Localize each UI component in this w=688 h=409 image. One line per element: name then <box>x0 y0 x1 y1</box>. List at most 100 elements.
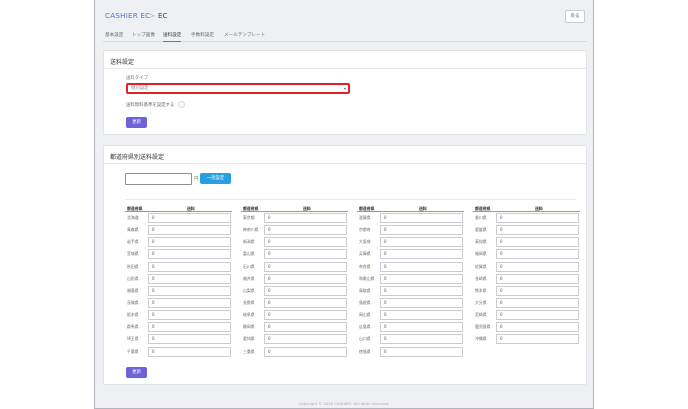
prefecture-fee-input[interactable]: 0 <box>380 273 463 284</box>
prefecture-fee-input[interactable]: 0 <box>380 346 463 357</box>
prefecture-fee-input[interactable]: 0 <box>496 334 579 345</box>
prefecture-fee-input[interactable]: 0 <box>148 273 231 284</box>
prefecture-fee-input[interactable]: 0 <box>148 237 231 248</box>
prefecture-name: 島根県 <box>359 299 371 305</box>
prefecture-name: 神奈川県 <box>243 227 259 233</box>
prefecture-name: 大分県 <box>475 299 487 305</box>
prefecture-fee-input[interactable]: 0 <box>264 261 347 272</box>
prefecture-fee-input[interactable]: 0 <box>264 249 347 260</box>
prefecture-fee-input[interactable]: 0 <box>264 225 347 236</box>
prefecture-fee-input[interactable]: 0 <box>380 297 463 308</box>
table-row: 新潟県 0 <box>241 236 348 248</box>
prefecture-name: 宮崎県 <box>475 312 487 318</box>
prefecture-fee-input[interactable]: 0 <box>496 213 579 223</box>
prefecture-fee-input[interactable]: 0 <box>264 237 347 248</box>
bulk-fee-input[interactable] <box>125 173 192 185</box>
prefecture-name: 兵庫県 <box>359 251 371 257</box>
prefecture-fee-input[interactable]: 0 <box>148 334 231 345</box>
shipping-type-value: 個別設定 <box>131 86 149 91</box>
prefecture-fee-input[interactable]: 0 <box>148 310 231 321</box>
prefecture-fee-input[interactable]: 0 <box>264 297 347 308</box>
prefecture-fee-input[interactable]: 0 <box>264 346 347 357</box>
table-row: 愛媛県 0 <box>473 224 580 236</box>
prefecture-fee-input[interactable]: 0 <box>496 261 579 272</box>
table-row: 滋賀県 0 <box>357 212 464 224</box>
prefecture-name: 佐賀県 <box>475 263 487 269</box>
prefecture-fee-input[interactable]: 0 <box>496 225 579 236</box>
table-row: 山梨県 0 <box>241 285 348 297</box>
prefecture-fee-input[interactable]: 0 <box>496 273 579 284</box>
prefecture-name: 岩手県 <box>127 239 139 245</box>
prefecture-fee-input[interactable]: 0 <box>380 261 463 272</box>
prefecture-fee-input[interactable]: 0 <box>148 322 231 333</box>
prefecture-fee-input[interactable]: 0 <box>148 249 231 260</box>
prefecture-column: 都道府県 送料 北海道 0 青森県 0 岩手県 0 宮城県 0 秋田県 0 山形県 0 福島県 0 茨城県 0 栃木… <box>125 205 232 358</box>
shipping-type-select[interactable]: 個別設定 ▾ <box>126 83 350 94</box>
prefecture-fee-input[interactable]: 0 <box>496 310 579 321</box>
app-window: CASHIER EC > EC 戻る 基本設定 トップ画像 送料設定 手数料設定… <box>94 0 594 409</box>
prefecture-name: 香川県 <box>475 215 487 220</box>
prefecture-name: 山梨県 <box>243 287 255 293</box>
prefecture-name: 徳島県 <box>359 348 371 354</box>
free-threshold-toggle[interactable] <box>178 101 185 108</box>
shipping-type-label: 送料タイプ <box>126 76 148 81</box>
table-row: 鳥取県 0 <box>357 285 464 297</box>
prefecture-name: 山形県 <box>127 275 139 281</box>
tab-mail-template[interactable]: メールテンプレート <box>224 32 265 42</box>
prefecture-update-button[interactable]: 更新 <box>126 367 147 378</box>
tab-basic[interactable]: 基本設定 <box>105 32 123 42</box>
table-row: 北海道 0 <box>125 212 232 224</box>
prefecture-fee-input[interactable]: 0 <box>380 310 463 321</box>
prefecture-fee-input[interactable]: 0 <box>264 310 347 321</box>
prefecture-fee-input[interactable]: 0 <box>264 334 347 345</box>
prefecture-fee-input[interactable]: 0 <box>380 249 463 260</box>
footer-copyright: Copyright © 2025 CASHIER. All rights res… <box>298 401 390 406</box>
chevron-down-icon: ▾ <box>343 86 346 91</box>
prefecture-fee-input[interactable]: 0 <box>148 346 231 357</box>
bulk-set-button[interactable]: 一括設定 <box>200 173 231 184</box>
column-header: 都道府県 送料 <box>241 205 348 212</box>
prefecture-name: 大阪府 <box>359 239 371 245</box>
prefecture-fee-input[interactable]: 0 <box>264 285 347 296</box>
prefecture-fee-input[interactable]: 0 <box>264 322 347 333</box>
table-row: 香川県 0 <box>473 212 580 224</box>
table-row: 福島県 0 <box>125 285 232 297</box>
back-button[interactable]: 戻る <box>565 10 585 23</box>
prefecture-fee-input[interactable]: 0 <box>148 213 231 223</box>
prefecture-fee-input[interactable]: 0 <box>496 285 579 296</box>
prefecture-fee-input[interactable]: 0 <box>496 322 579 333</box>
tab-top-image[interactable]: トップ画像 <box>132 32 155 42</box>
divider <box>104 163 586 164</box>
prefecture-fee-input[interactable]: 0 <box>380 213 463 223</box>
prefecture-name: 鳥取県 <box>359 287 371 293</box>
prefecture-fee-input[interactable]: 0 <box>380 237 463 248</box>
table-row: 福井県 0 <box>241 273 348 285</box>
prefecture-fee-input[interactable]: 0 <box>264 213 347 223</box>
prefecture-fee-input[interactable]: 0 <box>380 334 463 345</box>
prefecture-fee-input[interactable]: 0 <box>496 297 579 308</box>
shipping-settings-card: 送料設定 送料タイプ 個別設定 ▾ 送料無料基準を設定する 更新 <box>103 50 587 135</box>
prefecture-fee-input[interactable]: 0 <box>148 261 231 272</box>
table-row: 佐賀県 0 <box>473 261 580 273</box>
prefecture-name: 宮城県 <box>127 251 139 257</box>
prefecture-name: 福島県 <box>127 287 139 293</box>
prefecture-fee-input[interactable]: 0 <box>496 237 579 248</box>
prefecture-name: 東京都 <box>243 215 255 220</box>
table-row: 福岡県 0 <box>473 248 580 260</box>
prefecture-fee-input[interactable]: 0 <box>148 297 231 308</box>
table-row: 島根県 0 <box>357 297 464 309</box>
prefecture-fee-input[interactable]: 0 <box>148 225 231 236</box>
prefecture-fee-input[interactable]: 0 <box>148 285 231 296</box>
table-row: 宮崎県 0 <box>473 309 580 321</box>
table-row: 栃木県 0 <box>125 309 232 321</box>
prefecture-fee-input[interactable]: 0 <box>496 249 579 260</box>
table-row: 長崎県 0 <box>473 273 580 285</box>
prefecture-fee-input[interactable]: 0 <box>380 322 463 333</box>
breadcrumb-app[interactable]: CASHIER EC <box>105 11 150 20</box>
prefecture-fee-input[interactable]: 0 <box>380 285 463 296</box>
prefecture-fee-input[interactable]: 0 <box>380 225 463 236</box>
tab-shipping[interactable]: 送料設定 <box>163 32 182 42</box>
shipping-update-button[interactable]: 更新 <box>126 117 147 128</box>
tab-fees[interactable]: 手数料設定 <box>191 32 214 42</box>
prefecture-fee-input[interactable]: 0 <box>264 273 347 284</box>
